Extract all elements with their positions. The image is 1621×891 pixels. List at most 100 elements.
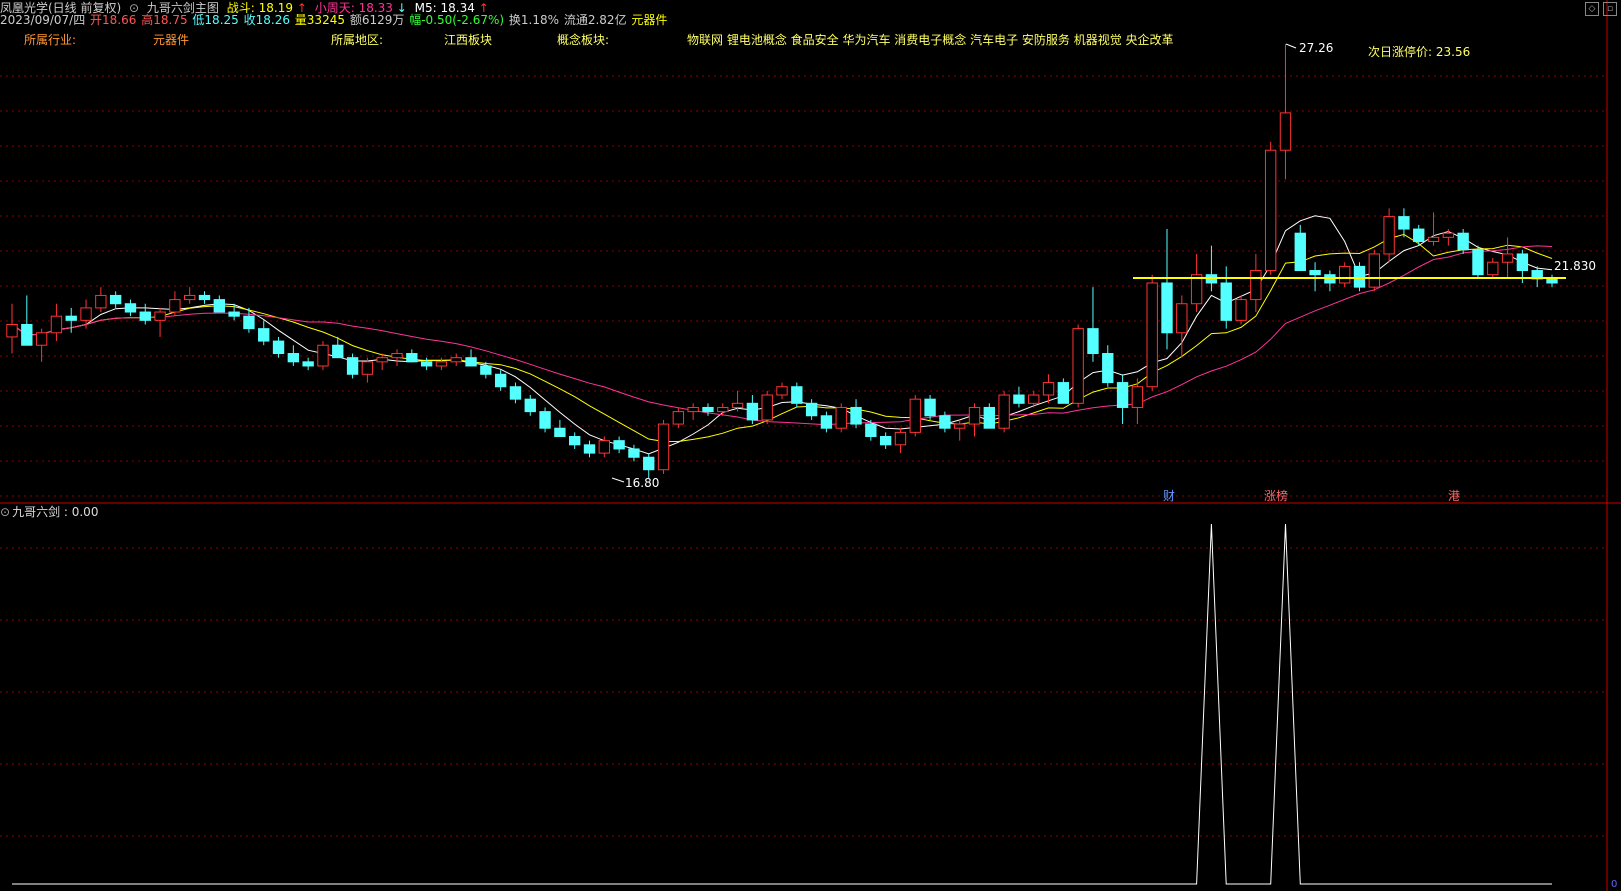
candle-down (346, 357, 359, 375)
region-value[interactable]: 江西板块 (444, 33, 492, 47)
candle-down (139, 311, 151, 321)
candle-up (435, 361, 448, 367)
candle-down (302, 361, 314, 367)
candle-up (1176, 303, 1188, 334)
candle-down (939, 415, 951, 429)
quote-turnover: 换1.18% (508, 13, 560, 27)
candle-down (613, 440, 625, 450)
quote-sector: 元器件 (631, 13, 668, 27)
candle-up (657, 423, 670, 471)
candle-down (332, 344, 344, 359)
candle-up (1146, 282, 1158, 388)
sub-panel-title-text: 九哥六剑 : 0.00 (12, 505, 99, 519)
high-mark-pointer (1285, 43, 1297, 49)
candle-down (1398, 216, 1410, 230)
candle-up (776, 386, 788, 396)
candle-up (376, 357, 388, 363)
limit-up-label: 次日涨停价: 23.56 (1368, 44, 1470, 59)
candle-up (998, 394, 1010, 429)
candle-up (835, 406, 847, 429)
candle-down (1057, 382, 1070, 404)
candle-down (805, 402, 818, 417)
candle-down (1294, 232, 1306, 272)
candle-down (1413, 228, 1425, 242)
ma10-line (11, 233, 1553, 442)
window-icon[interactable]: ▫ (1603, 2, 1617, 16)
candle-down (628, 448, 640, 458)
candle-up (317, 344, 329, 367)
candle-up (1501, 253, 1514, 263)
candle-down (109, 294, 122, 305)
candle-down (258, 328, 270, 342)
candle-up (761, 394, 773, 421)
candle-down (865, 423, 877, 438)
candle-down (287, 353, 300, 363)
candle-down (820, 415, 833, 429)
candle-down (465, 357, 477, 367)
candle-down (65, 315, 77, 321)
quote-low: 低18.25 (192, 13, 239, 27)
candle-down (746, 402, 759, 421)
candle-up (450, 357, 462, 363)
candle-down (420, 361, 433, 367)
sub-indicator-plot (12, 523, 1552, 885)
candle-up (1279, 112, 1292, 151)
candle-up (95, 294, 107, 309)
candle-up (1072, 328, 1084, 404)
candle-up (35, 332, 48, 346)
badge-zhangbang[interactable]: 涨榜 (1264, 488, 1288, 503)
candle-down (850, 406, 862, 425)
candle-up (717, 406, 729, 413)
candle-down (406, 353, 418, 363)
candle-up (1368, 253, 1380, 288)
badge-gang[interactable]: 港 (1448, 489, 1460, 503)
quote-date: 2023/09/07/四 (0, 13, 86, 27)
industry-value[interactable]: 元器件 (153, 33, 189, 47)
candle-up (1487, 261, 1499, 276)
quote-change: 幅-0.50(-2.67%) (409, 13, 505, 27)
candle-up (954, 423, 966, 429)
candle-up (1028, 394, 1040, 404)
candle-down (1087, 328, 1099, 355)
quote-close: 收18.26 (243, 13, 290, 27)
right-price-label: 21.830 (1554, 259, 1596, 273)
candle-down (124, 303, 137, 313)
candlesticks (6, 44, 1558, 478)
region-label: 所属地区: (331, 33, 384, 47)
candle-down (1353, 265, 1366, 288)
candle-up (1442, 232, 1455, 238)
candle-down (509, 386, 522, 400)
candle-down (1309, 270, 1321, 276)
candle-up (1339, 265, 1351, 284)
sub-panel-title: ⊙ 九哥六剑 : 0.00 (0, 505, 102, 519)
candle-up (1427, 236, 1440, 242)
candle-up (1042, 382, 1055, 396)
quote-volume: 量33245 (294, 13, 345, 27)
candle-up (1383, 216, 1395, 255)
candle-up (154, 311, 166, 321)
badge-cai[interactable]: 财 (1163, 489, 1175, 503)
candle-down (21, 323, 33, 346)
sub-axis-zero: 0 (1611, 879, 1617, 890)
candle-down (1472, 249, 1484, 276)
candle-down (198, 294, 211, 301)
candle-up (391, 353, 403, 359)
sub-panel-icon[interactable]: ⊙ (0, 505, 10, 519)
high-mark-label: 27.26 (1299, 41, 1333, 55)
diamond-icon[interactable]: ◇ (1585, 2, 1599, 16)
quote-high: 高18.75 (141, 13, 188, 27)
candle-up (1235, 299, 1247, 321)
candle-up (1131, 386, 1144, 408)
candle-up (1250, 270, 1262, 301)
candle-up (361, 361, 374, 375)
concept-value[interactable]: 物联网 锂电池概念 食品安全 华为汽车 消费电子概念 汽车电子 安防服务 机器视… (687, 33, 1174, 47)
candle-down (1457, 232, 1469, 251)
quote-open: 开18.66 (90, 13, 137, 27)
candle-down (1516, 253, 1529, 272)
candle-up (184, 294, 196, 301)
quote-bar: 2023/09/07/四 开18.66 高18.75 低18.25 收18.26… (0, 13, 671, 27)
window-controls: ◇ ▫ (1581, 0, 1617, 16)
ma5-line (11, 215, 1553, 455)
candle-down (228, 311, 240, 317)
candle-down (243, 315, 255, 330)
